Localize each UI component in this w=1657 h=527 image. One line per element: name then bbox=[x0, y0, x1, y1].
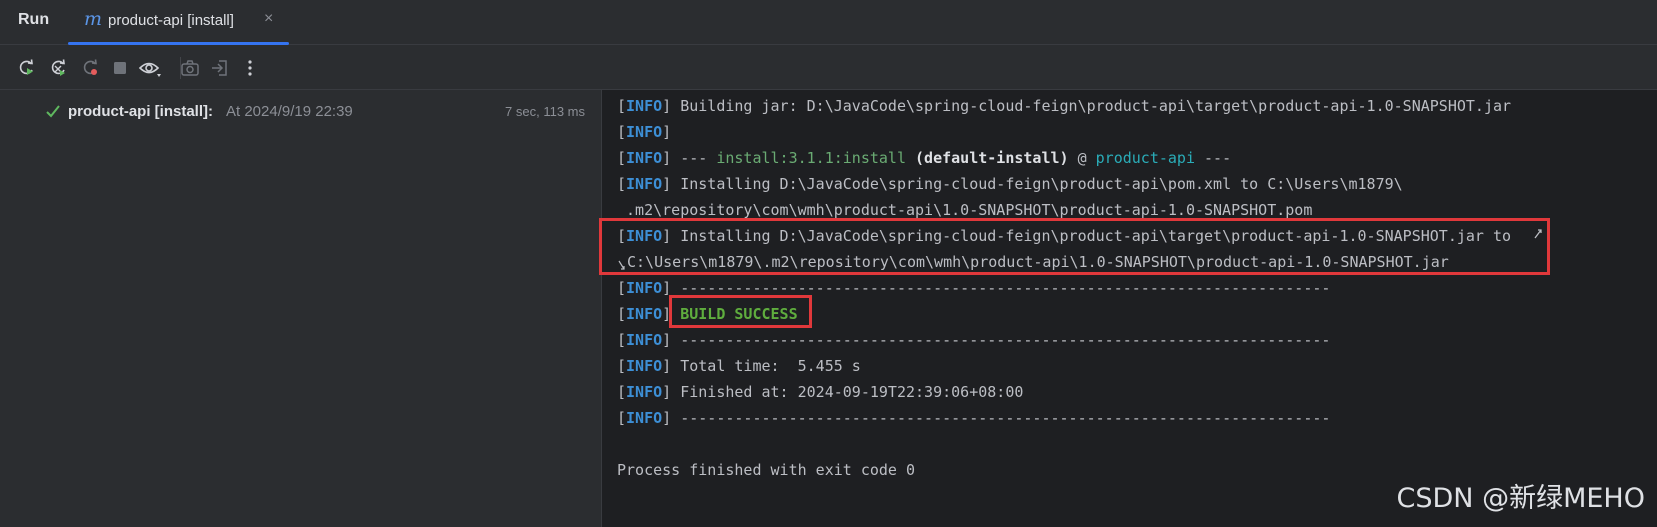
run-tree-panel: product-api [install]: At 2024/9/19 22:3… bbox=[0, 90, 602, 527]
rerun-icon[interactable] bbox=[14, 56, 38, 80]
run-tool-window-title: Run bbox=[18, 11, 50, 28]
tree-item-name: product-api [install]: bbox=[68, 103, 213, 120]
console-line: [INFO] ---------------------------------… bbox=[617, 409, 1331, 427]
export-icon[interactable] bbox=[208, 56, 232, 80]
more-icon[interactable] bbox=[238, 56, 262, 80]
checkmark-icon bbox=[45, 101, 61, 125]
screenshot-icon[interactable] bbox=[178, 56, 202, 80]
maven-m-icon: m bbox=[84, 8, 103, 30]
console-output[interactable]: [INFO] Building jar: D:\JavaCode\spring-… bbox=[599, 90, 1657, 527]
tree-item-product-api-install[interactable]: product-api [install]: At 2024/9/19 22:3… bbox=[45, 101, 585, 123]
tab-label: product-api [install] bbox=[108, 12, 234, 29]
rerun-disabled-icon[interactable] bbox=[78, 56, 102, 80]
watermark: CSDN @新绿MEHO bbox=[1396, 483, 1645, 514]
console-line: [INFO] --- install:3.1.1:install (defaul… bbox=[617, 149, 1232, 167]
console-line: [INFO] Finished at: 2024-09-19T22:39:06+… bbox=[617, 383, 1024, 401]
console-line: [INFO] ---------------------------------… bbox=[617, 331, 1331, 349]
console-line: [INFO] bbox=[617, 123, 672, 141]
console-line: [INFO] Installing D:\JavaCode\spring-clo… bbox=[617, 175, 1403, 193]
close-icon[interactable]: × bbox=[264, 10, 273, 28]
view-icon[interactable] bbox=[138, 56, 162, 80]
run-tab-bar: Run m product-api [install] × bbox=[0, 0, 1657, 45]
highlight-box-install-jar bbox=[599, 218, 1550, 275]
tab-product-api-install[interactable]: m product-api [install] × bbox=[68, 0, 289, 45]
console-exit-line: Process finished with exit code 0 bbox=[617, 461, 916, 479]
run-toolbar bbox=[0, 45, 1657, 90]
console-line: [INFO] Total time: 5.455 s bbox=[617, 357, 861, 375]
console-line: [INFO] Building jar: D:\JavaCode\spring-… bbox=[617, 97, 1512, 115]
rerun-failed-icon[interactable] bbox=[46, 56, 70, 80]
tree-item-duration: 7 sec, 113 ms bbox=[505, 104, 585, 119]
stop-icon[interactable] bbox=[108, 56, 132, 80]
tree-item-timestamp: At 2024/9/19 22:39 bbox=[226, 103, 353, 120]
highlight-box-build-success bbox=[669, 295, 812, 328]
